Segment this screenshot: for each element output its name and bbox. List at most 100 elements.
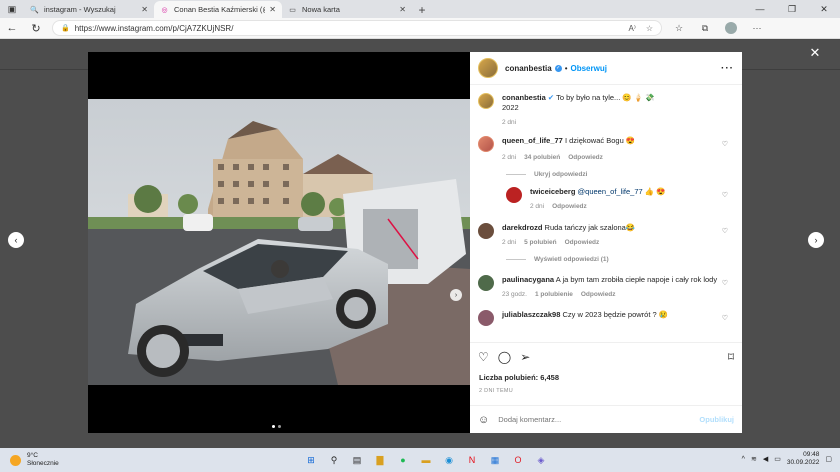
- share-icon[interactable]: ➢: [520, 350, 530, 364]
- lock-icon: 🔒: [61, 25, 70, 32]
- author-avatar[interactable]: [478, 58, 498, 78]
- comment-likes[interactable]: 1 polubienie: [535, 291, 573, 298]
- comment-body: A ja bym tam zrobiła ciepłe napoje i cał…: [555, 275, 718, 284]
- url-text: https://www.instagram.com/p/CjA7ZKUjNSR/: [74, 23, 234, 33]
- comment-icon[interactable]: ◯: [498, 350, 511, 364]
- new-tab-button[interactable]: +: [412, 1, 432, 18]
- opera-icon[interactable]: O: [509, 451, 527, 469]
- likes-count[interactable]: Liczba polubień: 6,458: [479, 373, 559, 382]
- reply-button[interactable]: Odpowiedz: [568, 154, 603, 161]
- comment-likes[interactable]: 34 polubień: [524, 154, 560, 161]
- like-comment-icon[interactable]: ♡: [722, 279, 728, 287]
- system-tray: ^ ≋ ◀ ▭ 09:48 30.09.2022 ▢: [742, 451, 832, 467]
- close-tab-icon[interactable]: ✕: [269, 5, 276, 14]
- comment-username[interactable]: darekdrozd: [502, 223, 542, 232]
- comment-body: I dziękować Bogu 😍: [564, 136, 636, 145]
- edge-icon[interactable]: ◉: [440, 451, 458, 469]
- commenter-avatar[interactable]: [478, 136, 494, 152]
- weather-text: 9°C Słonecznie: [27, 452, 59, 468]
- read-aloud-icon[interactable]: A⁾: [629, 24, 636, 33]
- comment-username[interactable]: juliablaszczak98: [502, 310, 560, 319]
- follow-button[interactable]: Obserwuj: [571, 64, 607, 73]
- instagram-icon: ◎: [161, 6, 168, 14]
- emoji-icon[interactable]: ☺: [478, 414, 489, 426]
- tab-new[interactable]: ▭ Nowa karta ✕: [282, 1, 412, 18]
- refresh-button[interactable]: ↻: [24, 18, 48, 39]
- clock-time: 09:48: [803, 451, 820, 458]
- favorite-icon[interactable]: ☆: [646, 24, 653, 33]
- comment-input[interactable]: [498, 415, 700, 424]
- commenter-avatar[interactable]: [506, 187, 522, 203]
- commenter-avatar[interactable]: [478, 223, 494, 239]
- close-tab-icon[interactable]: ✕: [399, 5, 406, 14]
- post-actions: ♡ ◯ ➢ ⌑: [470, 342, 742, 370]
- tab-instagram-post[interactable]: ◎ Conan Bestia Kaźmierski (@conan ✕: [154, 1, 282, 18]
- hide-replies-button[interactable]: Ukryj odpowiedzi: [506, 171, 734, 178]
- chevron-up-icon[interactable]: ^: [742, 456, 745, 463]
- minimize-icon[interactable]: —: [744, 0, 776, 18]
- search-icon[interactable]: ⚲: [325, 451, 343, 469]
- like-icon[interactable]: ♡: [478, 350, 489, 364]
- comment-username[interactable]: twiceiceberg: [530, 187, 575, 196]
- favorites-icon[interactable]: ☆: [668, 19, 690, 37]
- comment-username[interactable]: queen_of_life_77: [502, 136, 563, 145]
- comment-text: queen_of_life_77 I dziękować Bogu 😍: [502, 136, 718, 146]
- clock[interactable]: 09:48 30.09.2022: [787, 451, 820, 467]
- caption-text: conanbestia ✔ To by było na tyle... 😊 🍦 …: [502, 93, 718, 113]
- reply-button[interactable]: Odpowiedz: [581, 291, 616, 298]
- view-replies-button[interactable]: Wyświetl odpowiedzi (1): [506, 256, 734, 263]
- next-post-button[interactable]: ›: [808, 232, 824, 248]
- like-comment-icon[interactable]: ♡: [722, 314, 728, 322]
- comment-username[interactable]: paulinacygana: [502, 275, 554, 284]
- profile-avatar[interactable]: [720, 19, 742, 37]
- battery-icon[interactable]: ▭: [774, 455, 781, 463]
- close-tab-icon[interactable]: ✕: [141, 5, 148, 14]
- author-username[interactable]: conanbestia: [505, 64, 552, 73]
- comment-item: paulinacygana A ja bym tam zrobiła ciepł…: [478, 275, 734, 298]
- close-modal-icon[interactable]: ✕: [808, 45, 822, 60]
- mention-link[interactable]: @queen_of_life_77: [578, 187, 643, 196]
- close-window-icon[interactable]: ✕: [808, 0, 840, 18]
- author-avatar[interactable]: [478, 93, 494, 109]
- url-field[interactable]: 🔒 https://www.instagram.com/p/CjA7ZKUjNS…: [52, 20, 662, 36]
- tab-search[interactable]: 🔍 instagram - Wyszukaj ✕: [24, 1, 154, 18]
- weather-widget[interactable]: 9°C Słonecznie: [10, 452, 59, 468]
- verified-badge-icon: ✔: [547, 93, 555, 102]
- tab-actions-icon[interactable]: ▣: [0, 0, 24, 18]
- folder-icon[interactable]: ▬: [417, 451, 435, 469]
- start-icon[interactable]: ⊞: [302, 451, 320, 469]
- publish-button[interactable]: Opublikuj: [699, 415, 734, 424]
- caption-username[interactable]: conanbestia: [502, 93, 546, 102]
- comment-likes[interactable]: 5 polubień: [524, 239, 557, 246]
- menu-icon[interactable]: ···: [746, 19, 768, 37]
- like-comment-icon[interactable]: ♡: [722, 191, 728, 199]
- spotify-icon[interactable]: ●: [394, 451, 412, 469]
- task-view-icon[interactable]: ▤: [348, 451, 366, 469]
- comments-list[interactable]: conanbestia ✔ To by było na tyle... 😊 🍦 …: [470, 85, 742, 342]
- commenter-avatar[interactable]: [478, 275, 494, 291]
- file-explorer-icon[interactable]: ▇: [371, 451, 389, 469]
- next-media-button[interactable]: ›: [450, 289, 462, 301]
- reply-button[interactable]: Odpowiedz: [565, 239, 600, 246]
- comment-item: queen_of_life_77 I dziękować Bogu 😍 2 dn…: [478, 136, 734, 161]
- wifi-icon[interactable]: ≋: [751, 455, 757, 463]
- collections-icon[interactable]: ⧉: [694, 19, 716, 37]
- maximize-icon[interactable]: ❐: [776, 0, 808, 18]
- more-options-icon[interactable]: ···: [721, 63, 734, 74]
- previous-post-button[interactable]: ‹: [8, 232, 24, 248]
- notifications-icon[interactable]: ▢: [825, 455, 832, 463]
- bookmark-icon[interactable]: ⌑: [728, 350, 734, 364]
- toggle-replies-label: Wyświetl odpowiedzi (1): [534, 256, 609, 263]
- netflix-icon[interactable]: N: [463, 451, 481, 469]
- commenter-avatar[interactable]: [478, 310, 494, 326]
- back-button[interactable]: ←: [0, 18, 24, 39]
- like-comment-icon[interactable]: ♡: [722, 227, 728, 235]
- tab-title: Nowa karta: [302, 5, 340, 14]
- messenger-icon[interactable]: ◈: [532, 451, 550, 469]
- temperature: 9°C: [27, 452, 38, 459]
- post-photo[interactable]: [88, 99, 470, 385]
- like-comment-icon[interactable]: ♡: [722, 140, 728, 148]
- reply-button[interactable]: Odpowiedz: [552, 203, 587, 210]
- mail-icon[interactable]: ▦: [486, 451, 504, 469]
- volume-icon[interactable]: ◀: [763, 455, 768, 463]
